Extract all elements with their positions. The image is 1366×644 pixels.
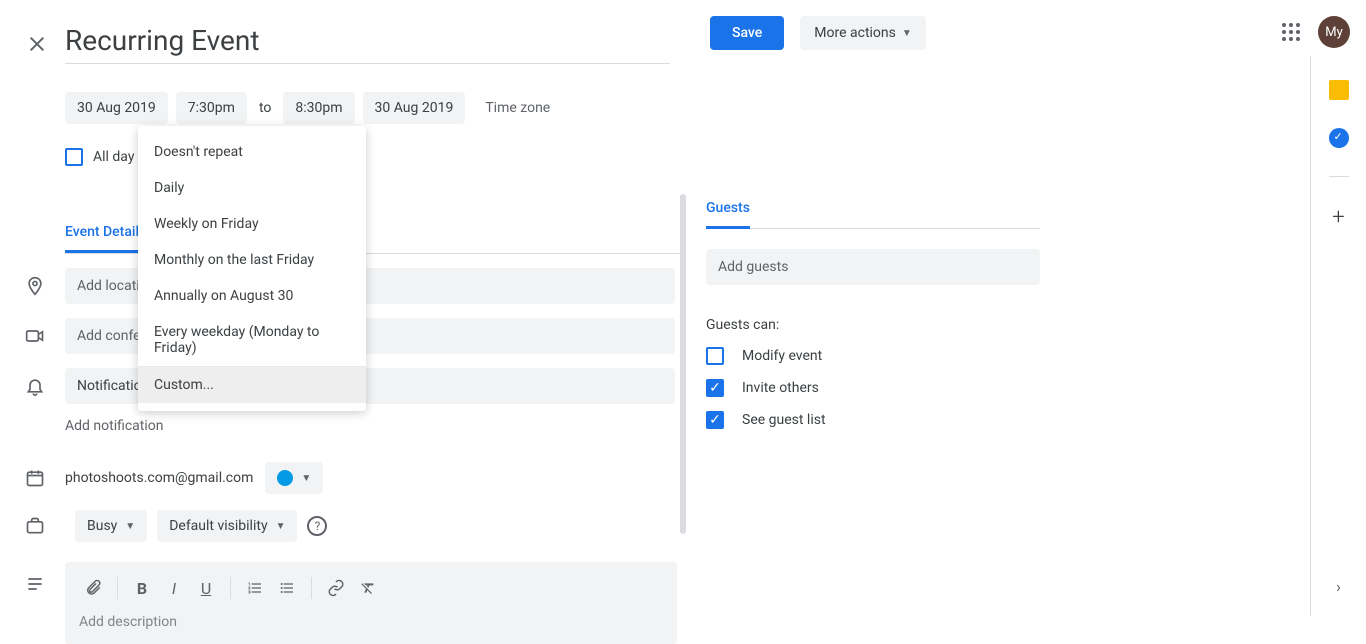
scrollbar[interactable] xyxy=(680,194,686,534)
timezone-link[interactable]: Time zone xyxy=(485,100,550,116)
recurrence-option-doesnt-repeat[interactable]: Doesn't repeat xyxy=(138,134,366,170)
recurrence-option-weekly[interactable]: Weekly on Friday xyxy=(138,206,366,242)
tasks-icon[interactable] xyxy=(1329,128,1349,148)
bold-icon[interactable]: B xyxy=(128,574,156,602)
keep-icon[interactable] xyxy=(1329,80,1349,100)
bulleted-list-icon[interactable] xyxy=(273,574,301,602)
invite-others-checkbox[interactable]: ✓ xyxy=(706,379,724,397)
apps-launcher-icon[interactable] xyxy=(1282,23,1300,41)
briefcase-icon xyxy=(25,516,45,536)
to-label: to xyxy=(255,100,275,116)
visibility-dropdown[interactable]: Default visibility ▼ xyxy=(157,510,297,542)
start-date-chip[interactable]: 30 Aug 2019 xyxy=(65,92,168,124)
see-guest-list-label: See guest list xyxy=(742,412,826,428)
numbered-list-icon[interactable] xyxy=(241,574,269,602)
caret-down-icon: ▼ xyxy=(276,521,286,532)
recurrence-option-annually[interactable]: Annually on August 30 xyxy=(138,278,366,314)
description-input[interactable]: Add description xyxy=(65,614,677,644)
modify-event-checkbox[interactable] xyxy=(706,347,724,365)
more-actions-label: More actions xyxy=(814,25,896,41)
video-icon xyxy=(25,326,45,346)
visibility-label: Default visibility xyxy=(169,518,267,534)
end-date-chip[interactable]: 30 Aug 2019 xyxy=(363,92,466,124)
underline-icon[interactable]: U xyxy=(192,574,220,602)
more-actions-button[interactable]: More actions ▼ xyxy=(800,16,926,50)
allday-label: All day xyxy=(93,149,134,165)
expand-rail-icon[interactable]: › xyxy=(1336,577,1341,596)
allday-checkbox[interactable] xyxy=(65,148,83,166)
busy-label: Busy xyxy=(87,518,117,534)
close-icon[interactable] xyxy=(25,32,49,56)
recurrence-option-daily[interactable]: Daily xyxy=(138,170,366,206)
caret-down-icon: ▼ xyxy=(125,521,135,532)
recurrence-option-weekday[interactable]: Every weekday (Monday to Friday) xyxy=(138,314,366,366)
link-icon[interactable] xyxy=(322,574,350,602)
caret-down-icon: ▼ xyxy=(301,473,311,484)
recurrence-dropdown: Doesn't repeat Daily Weekly on Friday Mo… xyxy=(138,126,366,411)
see-guest-list-checkbox[interactable]: ✓ xyxy=(706,411,724,429)
help-icon[interactable]: ? xyxy=(307,516,327,536)
add-addon-icon[interactable]: + xyxy=(1332,205,1344,230)
guests-can-label: Guests can: xyxy=(706,317,1042,333)
attach-icon[interactable] xyxy=(79,574,107,602)
save-button[interactable]: Save xyxy=(710,16,784,50)
calendar-email: photoshoots.com@gmail.com xyxy=(65,470,253,486)
bell-icon xyxy=(25,376,45,396)
calendar-icon xyxy=(25,468,45,488)
busy-status-dropdown[interactable]: Busy ▼ xyxy=(75,510,147,542)
recurrence-option-custom[interactable]: Custom... xyxy=(138,367,366,403)
start-time-chip[interactable]: 7:30pm xyxy=(176,92,247,124)
add-guests-input[interactable] xyxy=(706,249,1040,285)
location-icon xyxy=(25,276,45,296)
invite-others-label: Invite others xyxy=(742,380,819,396)
calendar-color-picker[interactable]: ▼ xyxy=(265,462,323,494)
recurrence-option-monthly[interactable]: Monthly on the last Friday xyxy=(138,242,366,278)
clear-format-icon[interactable] xyxy=(354,574,382,602)
caret-down-icon: ▼ xyxy=(902,28,912,39)
avatar[interactable]: My xyxy=(1318,16,1350,48)
color-dot-icon xyxy=(277,470,293,486)
tab-guests[interactable]: Guests xyxy=(706,200,750,229)
end-time-chip[interactable]: 8:30pm xyxy=(283,92,354,124)
description-icon xyxy=(25,574,45,594)
event-title-input[interactable] xyxy=(65,24,670,64)
add-notification-link[interactable]: Add notification xyxy=(65,418,682,434)
modify-event-label: Modify event xyxy=(742,348,822,364)
italic-icon[interactable]: I xyxy=(160,574,188,602)
